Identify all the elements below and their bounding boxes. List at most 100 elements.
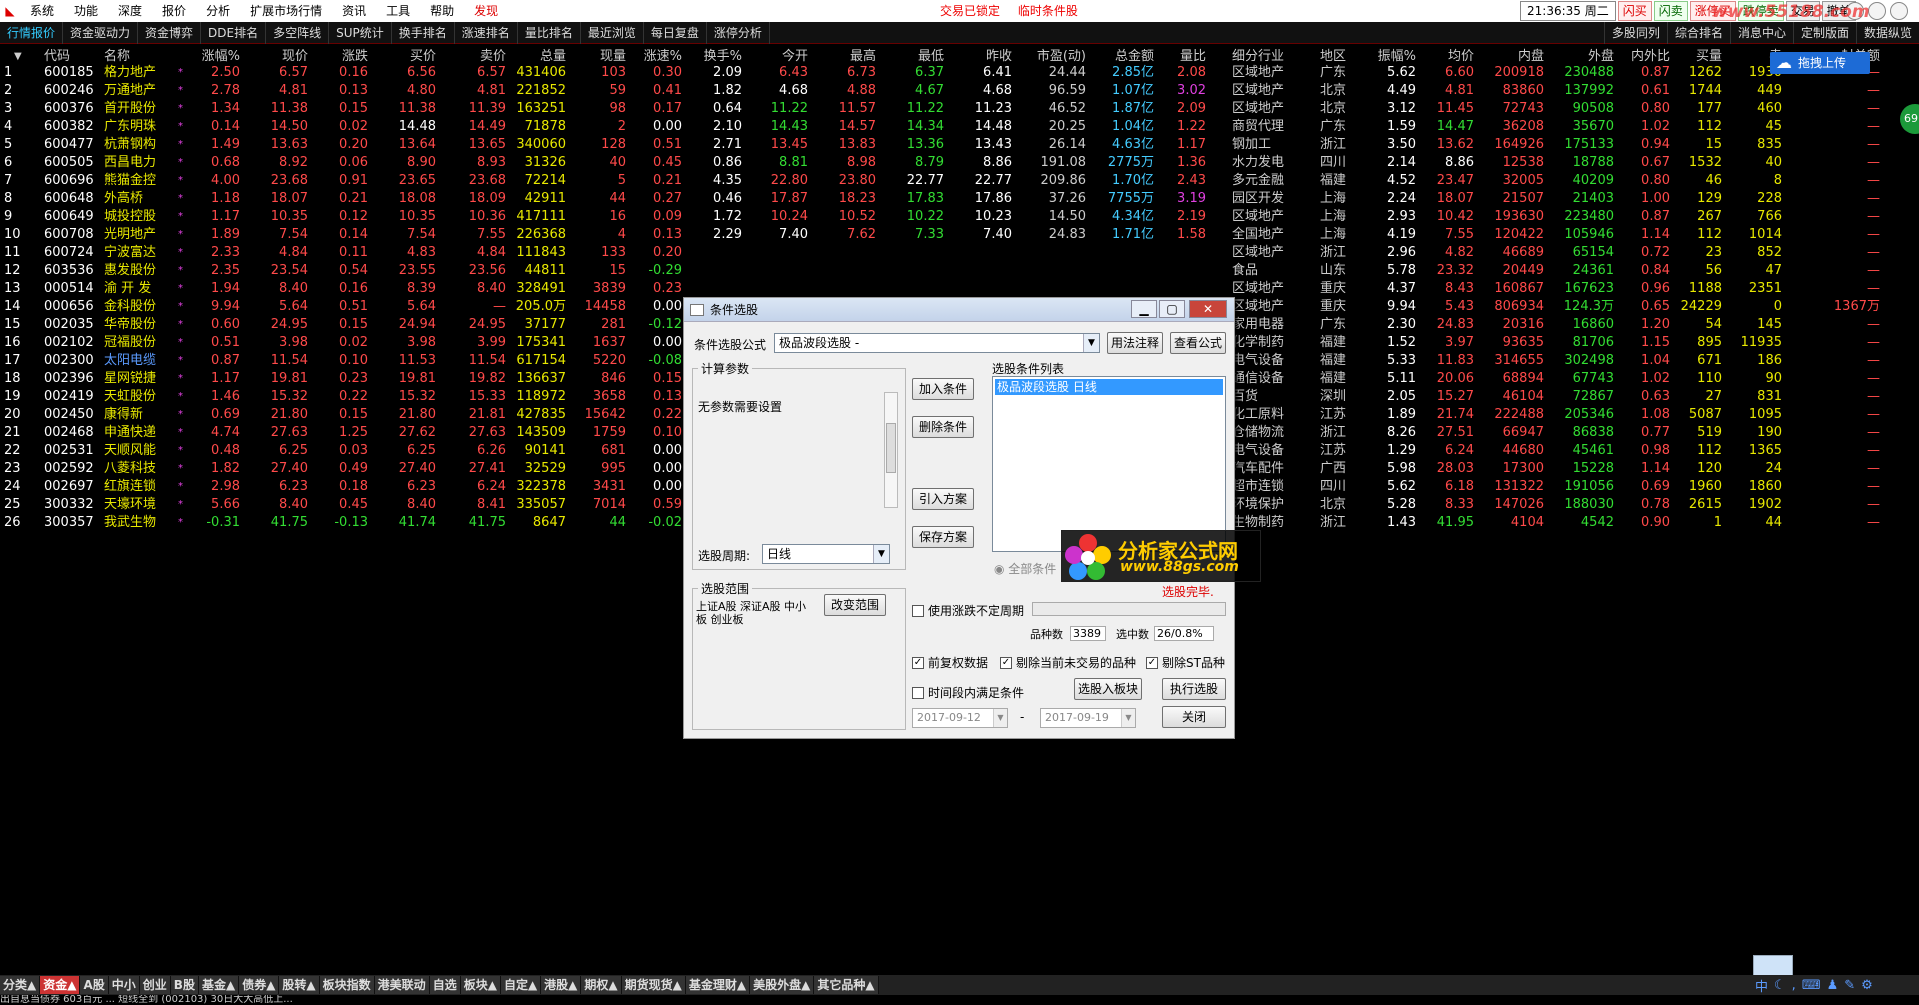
exclude-untraded-checkbox[interactable]: ✓ 剔除当前未交易的品种 <box>1000 654 1136 671</box>
right-tab-item[interactable]: 综合排名 <box>1666 22 1730 44</box>
table-row[interactable]: 7 600696 熊猫金控 4.00 23.68 0.91 23.65 23.68 72214 5… <box>0 172 1919 190</box>
table-row[interactable]: 8 600648 外高桥 1.18 18.07 0.21 18.08 18.09 42911 44… <box>0 190 1919 208</box>
category-button[interactable]: 板块指数 <box>319 976 375 994</box>
close-icon[interactable] <box>1890 2 1908 20</box>
category-button[interactable]: 期权▲ <box>581 976 622 994</box>
menu-item[interactable]: 工具 <box>376 0 420 22</box>
delete-condition-button[interactable]: 删除条件 <box>912 416 974 438</box>
table-row[interactable]: 12 603536 惠发股份 2.35 23.54 0.54 23.55 23.56 44811… <box>0 262 1919 280</box>
use-limit-period-checkbox[interactable]: 使用涨跌不定周期 <box>912 602 1024 619</box>
category-button[interactable]: 板块▲ <box>460 976 501 994</box>
upload-button[interactable]: 拖拽上传 <box>1770 52 1870 74</box>
category-button[interactable]: 创业 <box>139 976 171 994</box>
pre-adjust-checkbox[interactable]: ✓ 前复权数据 <box>912 654 988 671</box>
menu-item[interactable]: 资讯 <box>332 0 376 22</box>
view-formula-button[interactable]: 查看公式 <box>1170 332 1226 354</box>
category-button[interactable]: 基金▲ <box>198 976 240 994</box>
menu-item[interactable]: 帮助 <box>420 0 464 22</box>
tab-item[interactable]: DDE排名 <box>201 21 267 44</box>
tab-item[interactable]: 行情报价 <box>0 21 64 44</box>
date-from-picker[interactable]: 2017-09-12 ▼ <box>912 708 1008 728</box>
chevron-down-icon[interactable]: ▼ <box>1083 334 1099 352</box>
table-row[interactable]: 13 000514 渝 开 发 1.94 8.40 0.16 8.39 8.40 328491 3… <box>0 280 1919 298</box>
flash-sell-button[interactable]: 闪卖 <box>1653 1 1688 21</box>
keyboard-icon[interactable]: ⌨ <box>1802 978 1821 993</box>
category-button[interactable]: 港美联动 <box>374 976 430 994</box>
import-plan-button[interactable]: 引入方案 <box>912 488 974 510</box>
menu-item[interactable]: 分析 <box>196 0 240 22</box>
dialog-titlebar[interactable]: 条件选股 ▁ ▢ ✕ <box>684 298 1234 322</box>
add-condition-button[interactable]: 加入条件 <box>912 378 974 400</box>
menu-item[interactable]: 深度 <box>108 0 152 22</box>
tab-item[interactable]: 换手排名 <box>392 21 455 44</box>
tab-item[interactable]: 最近浏览 <box>581 21 644 44</box>
category-button[interactable]: 自定▲ <box>500 976 542 994</box>
temp-condition-link[interactable]: 临时条件股 <box>1018 4 1078 18</box>
formula-select[interactable]: 极品波段选股 - ▼ <box>774 333 1100 353</box>
category-button[interactable]: 基金理财▲ <box>685 976 751 994</box>
tab-item[interactable]: 资金博弈 <box>138 21 202 44</box>
menu-item[interactable]: 功能 <box>64 0 108 22</box>
tab-item[interactable]: 每日复盘 <box>644 21 707 44</box>
tool-icon[interactable]: ✎ <box>1844 978 1855 993</box>
all-conditions-radio[interactable]: ◉ 全部条件 <box>994 560 1056 577</box>
scroll-thumb[interactable] <box>886 423 896 473</box>
settings-icon[interactable]: ⚙ <box>1861 978 1873 993</box>
maximize-icon[interactable] <box>1868 2 1886 20</box>
trade-locked-link[interactable]: 交易已锁定 <box>940 4 1000 18</box>
table-row[interactable]: 4 600382 广东明珠 0.14 14.50 0.02 14.48 14.49 71878 2… <box>0 118 1919 136</box>
right-tab-item[interactable]: 数据纵览 <box>1855 22 1919 44</box>
input-method-icon[interactable]: 中 <box>1755 976 1768 995</box>
chevron-down-icon[interactable]: ▼ <box>873 545 889 563</box>
table-row[interactable]: 6 600505 西昌电力 0.68 8.92 0.06 8.90 8.93 31326 40 0.… <box>0 154 1919 172</box>
condition-list-item[interactable]: 极品波段选股 日线 <box>995 379 1223 395</box>
category-button[interactable]: A股 <box>80 976 109 994</box>
category-button[interactable]: 期货现货▲ <box>621 976 686 994</box>
table-row[interactable]: 2 600246 万通地产 2.78 4.81 0.13 4.80 4.81 221852 59 0… <box>0 82 1919 100</box>
flash-buy-button[interactable]: 闪买 <box>1617 1 1652 21</box>
menu-item[interactable]: 系统 <box>20 0 64 22</box>
table-row[interactable]: 9 600649 城投控股 1.17 10.35 0.12 10.35 10.36 417111… <box>0 208 1919 226</box>
period-select[interactable]: 日线 ▼ <box>762 544 890 564</box>
category-button[interactable]: 港股▲ <box>541 976 582 994</box>
category-button[interactable]: B股 <box>170 976 199 994</box>
chevron-down-icon[interactable]: ▼ <box>1121 709 1135 727</box>
menu-item[interactable]: 报价 <box>152 0 196 22</box>
table-row[interactable]: 5 600477 杭萧钢构 1.49 13.63 0.20 13.64 13.65 340060… <box>0 136 1919 154</box>
time-condition-checkbox[interactable]: 时间段内满足条件 <box>912 684 1024 701</box>
category-button[interactable]: 分类▲ <box>0 976 41 994</box>
save-plan-button[interactable]: 保存方案 <box>912 526 974 548</box>
menu-discover[interactable]: 发现 <box>464 0 508 22</box>
maximize-icon[interactable]: ▢ <box>1159 300 1185 318</box>
right-tab-item[interactable]: 消息中心 <box>1729 22 1793 44</box>
to-block-button[interactable]: 选股入板块 <box>1074 678 1142 700</box>
tab-item[interactable]: 资金驱动力 <box>63 21 139 44</box>
params-scrollbar[interactable] <box>884 392 898 508</box>
category-button[interactable]: 其它品种▲ <box>814 976 879 994</box>
exclude-st-checkbox[interactable]: ✓ 剔除ST品种 <box>1146 654 1225 671</box>
tab-item[interactable]: 量比排名 <box>518 21 581 44</box>
category-button[interactable]: 中小 <box>108 976 140 994</box>
close-dialog-button[interactable]: 关闭 <box>1162 706 1226 728</box>
table-row[interactable]: 10 600708 光明地产 1.89 7.54 0.14 7.54 7.55 226368 4 0… <box>0 226 1919 244</box>
tab-item[interactable]: 多空阵线 <box>266 21 330 44</box>
table-row[interactable]: 3 600376 首开股份 1.34 11.38 0.15 11.38 11.39 163251… <box>0 100 1919 118</box>
chevron-down-icon[interactable]: ▼ <box>993 709 1007 727</box>
condition-list[interactable]: 极品波段选股 日线 <box>992 376 1226 552</box>
right-tab-item[interactable]: 多股同列 <box>1603 22 1667 44</box>
category-button[interactable]: 股转▲ <box>279 976 320 994</box>
tab-item[interactable]: SUP统计 <box>329 21 392 44</box>
category-button[interactable]: 资金▲ <box>40 976 81 994</box>
minimize-icon[interactable]: ▁ <box>1131 300 1157 318</box>
table-row[interactable]: 1 600185 格力地产 2.50 6.57 0.16 6.56 6.57 431406 103… <box>0 64 1919 82</box>
execute-select-button[interactable]: 执行选股 <box>1162 678 1226 700</box>
close-icon[interactable]: ✕ <box>1189 300 1227 318</box>
date-to-picker[interactable]: 2017-09-19 ▼ <box>1040 708 1136 728</box>
menu-item[interactable]: 扩展市场行情 <box>240 0 332 22</box>
comma-icon[interactable]: , <box>1792 978 1796 993</box>
category-button[interactable]: 自选 <box>429 976 461 994</box>
tab-item[interactable]: 涨停分析 <box>707 21 770 44</box>
usage-notes-button[interactable]: 用法注释 <box>1107 332 1163 354</box>
right-tab-item[interactable]: 定制版面 <box>1792 22 1856 44</box>
table-row[interactable]: 11 600724 宁波富达 2.33 4.84 0.11 4.83 4.84 111843 13… <box>0 244 1919 262</box>
